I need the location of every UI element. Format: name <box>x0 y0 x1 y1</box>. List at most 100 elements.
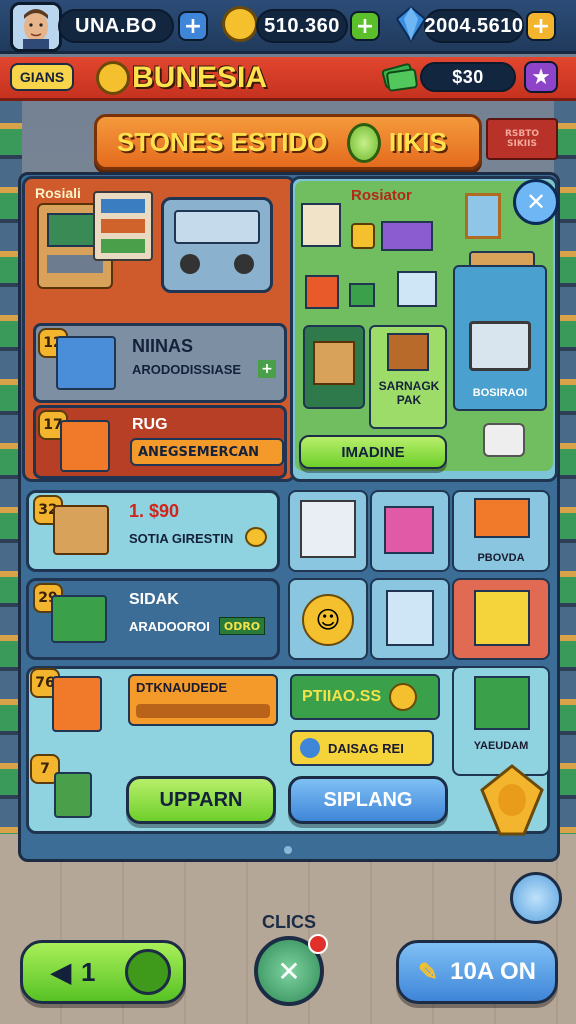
pc-card[interactable]: BOSIRAOI <box>453 265 547 411</box>
list-row-2[interactable]: 29 SIDAK ARADOOROI ODRO <box>26 578 280 660</box>
shop-bar: GIANS BUNESIA $30 ★ <box>0 57 576 101</box>
trash-bin-icon <box>54 772 92 818</box>
grid-item-parcel[interactable]: PBOVDA <box>452 490 550 572</box>
store-sign: RSBTO SIKIIS <box>486 118 558 160</box>
top-bar: UNA.BO + 510.360 + 2004.5610 + <box>0 0 576 54</box>
coin-icon <box>389 683 418 711</box>
parcel-icon <box>474 498 530 538</box>
row-subtitle: ARODODISSIASE <box>132 362 242 377</box>
add-friend-button[interactable]: + <box>178 11 208 41</box>
shop-name: BUNESIA <box>132 61 268 94</box>
camera-button[interactable] <box>510 872 562 924</box>
add-icon[interactable]: + <box>258 360 276 378</box>
right-action-button[interactable]: ✎ 10A ON <box>396 940 558 1004</box>
notification-dot <box>308 934 328 954</box>
task-title: DTKNAUDEDE <box>136 680 227 695</box>
row-title: RUG <box>132 416 168 433</box>
stock-pack-icon <box>387 333 429 371</box>
banner-title: STONES ESTIDO <box>117 127 328 157</box>
price-card[interactable]: PTIIAO.SS <box>290 674 440 720</box>
pc-label: BOSIRAOI <box>472 387 528 399</box>
row-subtitle: SOTIA GIRESTIN <box>129 531 234 546</box>
grid-item-crate[interactable] <box>452 578 550 660</box>
gem-icon <box>395 5 427 43</box>
ticket-machine-icon <box>52 676 102 732</box>
upgrade-button[interactable]: UPPARN <box>126 776 276 824</box>
grid-item-gift[interactable] <box>370 490 450 572</box>
back-value: 1 <box>81 956 96 987</box>
stock-pack-label: SARNAGK PAK <box>378 379 440 407</box>
player-name: UNA.BO <box>58 9 174 43</box>
dais-label: DAISAG REI <box>328 740 404 756</box>
cart-label: YAEUDAM <box>473 740 529 752</box>
store-banner: STONES ESTIDO IIKIS <box>94 114 482 170</box>
robot-cart-icon <box>483 423 525 457</box>
delivery-truck-icon <box>161 197 273 293</box>
cup-icon <box>351 223 375 249</box>
boxes-icon <box>381 221 433 251</box>
task-progress-track <box>136 704 270 718</box>
row-tag: ODRO <box>219 617 265 635</box>
crate-icon <box>305 275 339 309</box>
equipment-title: Rosiator <box>351 187 412 204</box>
store-row-1[interactable]: 12 NIINAS ARODODISSIASE + <box>33 323 287 403</box>
list-row-1[interactable]: 32 1. $90 SOTIA GIRESTIN <box>26 490 280 572</box>
coin-icon <box>222 6 258 42</box>
grid-item-vending[interactable] <box>288 490 368 572</box>
shop-coin-icon <box>96 61 130 95</box>
equipment-section: Rosiator ✕ SARNAGK PAK BOSIRAOI IMADINE <box>290 176 559 482</box>
store-section-title: Rosiali <box>35 185 81 201</box>
row-title: NIINAS <box>132 336 194 356</box>
dais-card[interactable]: DAISAG REI <box>290 730 434 766</box>
add-gems-button[interactable]: + <box>526 11 556 41</box>
star-button[interactable]: ★ <box>524 61 558 93</box>
gift-box-icon <box>384 506 434 554</box>
price-label: PTIIAO.SS <box>302 688 382 705</box>
arcade-icon <box>60 420 110 472</box>
back-arrow-icon: ◀ <box>51 956 71 987</box>
coins-count: 510.360 <box>256 9 348 43</box>
buy-button[interactable]: IMADINE <box>299 435 447 469</box>
monitor-icon <box>397 271 437 307</box>
gems-count: 2004.5610 <box>424 9 524 43</box>
cash-count: $30 <box>420 62 516 92</box>
right-action-label: 10A ON <box>450 958 536 985</box>
shipping-button[interactable]: SIPLANG <box>288 776 448 824</box>
shield-badge-icon[interactable] <box>480 764 544 836</box>
add-coins-button[interactable]: + <box>350 11 380 41</box>
crate-icon <box>474 590 530 646</box>
row-subtitle: ANEGSEMERCAN <box>130 438 284 466</box>
player-avatar[interactable] <box>10 2 62 52</box>
row-subtitle: ARADOOROI <box>129 619 210 634</box>
grid-item-emoji[interactable]: ☺ <box>288 578 368 660</box>
vending-machine-icon <box>300 500 356 558</box>
blue-coin-icon <box>300 738 320 758</box>
cash-icon <box>381 59 418 93</box>
row-price: 1. $90 <box>129 501 180 521</box>
page-dot <box>284 846 292 854</box>
center-label: CLICS <box>262 912 316 932</box>
back-button[interactable]: ◀ 1 <box>20 940 186 1004</box>
gians-tag[interactable]: GIANS <box>10 63 74 91</box>
magnifier-icon <box>347 123 381 163</box>
small-box-icon <box>349 283 375 307</box>
cart-card[interactable]: YAEUDAM <box>452 666 550 776</box>
stock-pack-card[interactable]: SARNAGK PAK <box>369 325 447 429</box>
trolley-icon <box>303 325 365 409</box>
picture-frame-icon <box>465 193 501 239</box>
hammer-icon: ✎ <box>418 958 439 986</box>
row-title: SIDAK <box>129 591 179 608</box>
cooler-icon <box>51 595 107 643</box>
store-row-2[interactable]: 17 RUG ANEGSEMERCAN <box>33 405 287 479</box>
smiley-icon: ☺ <box>302 594 354 646</box>
parcel-label: PBOVDA <box>477 552 525 564</box>
coin-icon <box>245 527 267 547</box>
shelf-icon <box>93 191 153 261</box>
menu-board-icon <box>301 203 341 247</box>
close-button[interactable]: ✕ <box>513 179 559 225</box>
coin-slot-icon <box>125 949 172 995</box>
laptop-icon <box>469 321 531 371</box>
task-card[interactable]: DTKNAUDEDE <box>128 674 278 726</box>
grid-item-cube[interactable] <box>370 578 450 660</box>
store-section: Rosiali 12 NIINAS ARODODISSIASE + 17 RUG… <box>22 176 296 482</box>
